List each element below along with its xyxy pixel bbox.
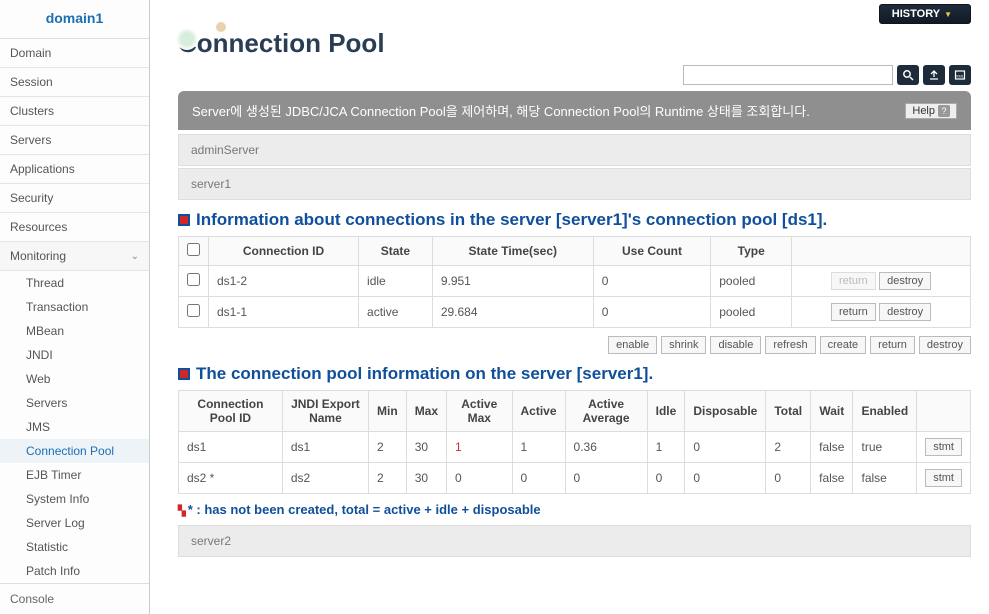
stmt-button[interactable]: stmt	[925, 469, 962, 487]
row-checkbox[interactable]	[187, 304, 200, 317]
col-state-time: State Time(sec)	[432, 237, 593, 266]
col-use-count: Use Count	[593, 237, 710, 266]
col-active: Active	[512, 391, 565, 432]
sidebar-sub-server-log[interactable]: Server Log	[0, 511, 149, 535]
col-min: Min	[369, 391, 407, 432]
connection-row: ds1-1 active 29.684 0 pooled return dest…	[179, 297, 971, 328]
select-all-checkbox[interactable]	[187, 243, 200, 256]
help-icon: ?	[938, 105, 950, 117]
sidebar-sub-mbean[interactable]: MBean	[0, 319, 149, 343]
sidebar-sub-jndi[interactable]: JNDI	[0, 343, 149, 367]
info-banner-text: Server에 생성된 JDBC/JCA Connection Pool을 제어…	[192, 101, 810, 120]
col-disposable: Disposable	[685, 391, 766, 432]
col-active-max: Active Max	[447, 391, 512, 432]
sidebar-sub-web[interactable]: Web	[0, 367, 149, 391]
col-avg: Active Average	[565, 391, 647, 432]
svg-text:XML: XML	[956, 74, 965, 79]
return-button: return	[831, 272, 876, 290]
connection-row: ds1-2 idle 9.951 0 pooled return destroy	[179, 266, 971, 297]
col-wait: Wait	[811, 391, 853, 432]
sidebar-item-domain[interactable]: Domain	[0, 39, 149, 68]
sidebar: domain1 Domain Session Clusters Servers …	[0, 0, 150, 614]
stmt-button[interactable]: stmt	[925, 438, 962, 456]
main-content: HISTORY Connection Pool XML Server에 생성된 …	[150, 0, 989, 614]
search-input[interactable]	[683, 65, 893, 85]
flag-icon: ▚	[178, 506, 186, 517]
col-total: Total	[766, 391, 811, 432]
export-icon[interactable]	[923, 65, 945, 85]
search-icon[interactable]	[897, 65, 919, 85]
sidebar-item-resources[interactable]: Resources	[0, 213, 149, 242]
col-jndi: JNDI Export Name	[282, 391, 368, 432]
destroy-all-button[interactable]: destroy	[919, 336, 971, 354]
col-checkbox	[179, 237, 209, 266]
pool-row: ds1 ds1 2 30 1 1 0.36 1 0 2 false true s…	[179, 432, 971, 463]
destroy-button[interactable]: destroy	[879, 303, 931, 321]
col-actions	[792, 237, 971, 266]
sidebar-item-servers[interactable]: Servers	[0, 126, 149, 155]
sidebar-item-monitoring[interactable]: Monitoring ⌄	[0, 242, 149, 271]
pool-action-bar: enable shrink disable refresh create ret…	[178, 336, 971, 354]
sidebar-sub-connection-pool[interactable]: Connection Pool	[0, 439, 149, 463]
enable-button[interactable]: enable	[608, 336, 657, 354]
history-button[interactable]: HISTORY	[879, 4, 971, 24]
sidebar-sub-statistic[interactable]: Statistic	[0, 535, 149, 559]
col-idle: Idle	[647, 391, 685, 432]
pool-footnote: ▚* : has not been created, total = activ…	[178, 502, 971, 517]
sidebar-sub-transaction[interactable]: Transaction	[0, 295, 149, 319]
col-max: Max	[406, 391, 446, 432]
help-button[interactable]: Help?	[905, 103, 957, 119]
create-button[interactable]: create	[820, 336, 867, 354]
sidebar-sub-jms[interactable]: JMS	[0, 415, 149, 439]
col-actions	[917, 391, 971, 432]
sidebar-item-clusters[interactable]: Clusters	[0, 97, 149, 126]
section-poolinfo-title: The connection pool information on the s…	[178, 364, 971, 384]
return-button[interactable]: return	[831, 303, 876, 321]
disable-button[interactable]: disable	[710, 336, 761, 354]
chevron-down-icon: ⌄	[131, 251, 139, 262]
return-all-button[interactable]: return	[870, 336, 915, 354]
sidebar-sub-system-info[interactable]: System Info	[0, 487, 149, 511]
row-checkbox[interactable]	[187, 273, 200, 286]
col-pool-id: Connection Pool ID	[179, 391, 283, 432]
xml-export-icon[interactable]: XML	[949, 65, 971, 85]
destroy-button[interactable]: destroy	[879, 272, 931, 290]
col-type: Type	[711, 237, 792, 266]
section-connections-title: Information about connections in the ser…	[178, 210, 971, 230]
col-connection-id: Connection ID	[209, 237, 359, 266]
sidebar-sub-thread[interactable]: Thread	[0, 271, 149, 295]
sidebar-sub-ejb-timer[interactable]: EJB Timer	[0, 463, 149, 487]
server-bar-server1[interactable]: server1	[178, 168, 971, 200]
pool-info-table: Connection Pool ID JNDI Export Name Min …	[178, 390, 971, 494]
refresh-button[interactable]: refresh	[765, 336, 815, 354]
pool-row: ds2 * ds2 2 30 0 0 0 0 0 0 false false s…	[179, 463, 971, 494]
server-bar-server2[interactable]: server2	[178, 525, 971, 557]
sidebar-item-session[interactable]: Session	[0, 68, 149, 97]
sidebar-item-security[interactable]: Security	[0, 184, 149, 213]
shrink-button[interactable]: shrink	[661, 336, 706, 354]
server-bar-admin[interactable]: adminServer	[178, 134, 971, 166]
page-title: Connection Pool	[178, 28, 971, 59]
sidebar-item-applications[interactable]: Applications	[0, 155, 149, 184]
info-banner: Server에 생성된 JDBC/JCA Connection Pool을 제어…	[178, 91, 971, 130]
sidebar-console[interactable]: Console	[0, 583, 149, 614]
section-bullet-icon	[178, 214, 190, 226]
section-bullet-icon	[178, 368, 190, 380]
sidebar-domain-label[interactable]: domain1	[0, 0, 149, 39]
sidebar-sub-servers[interactable]: Servers	[0, 391, 149, 415]
col-state: State	[359, 237, 433, 266]
sidebar-sub-patch-info[interactable]: Patch Info	[0, 559, 149, 583]
col-enabled: Enabled	[853, 391, 917, 432]
connections-table: Connection ID State State Time(sec) Use …	[178, 236, 971, 328]
